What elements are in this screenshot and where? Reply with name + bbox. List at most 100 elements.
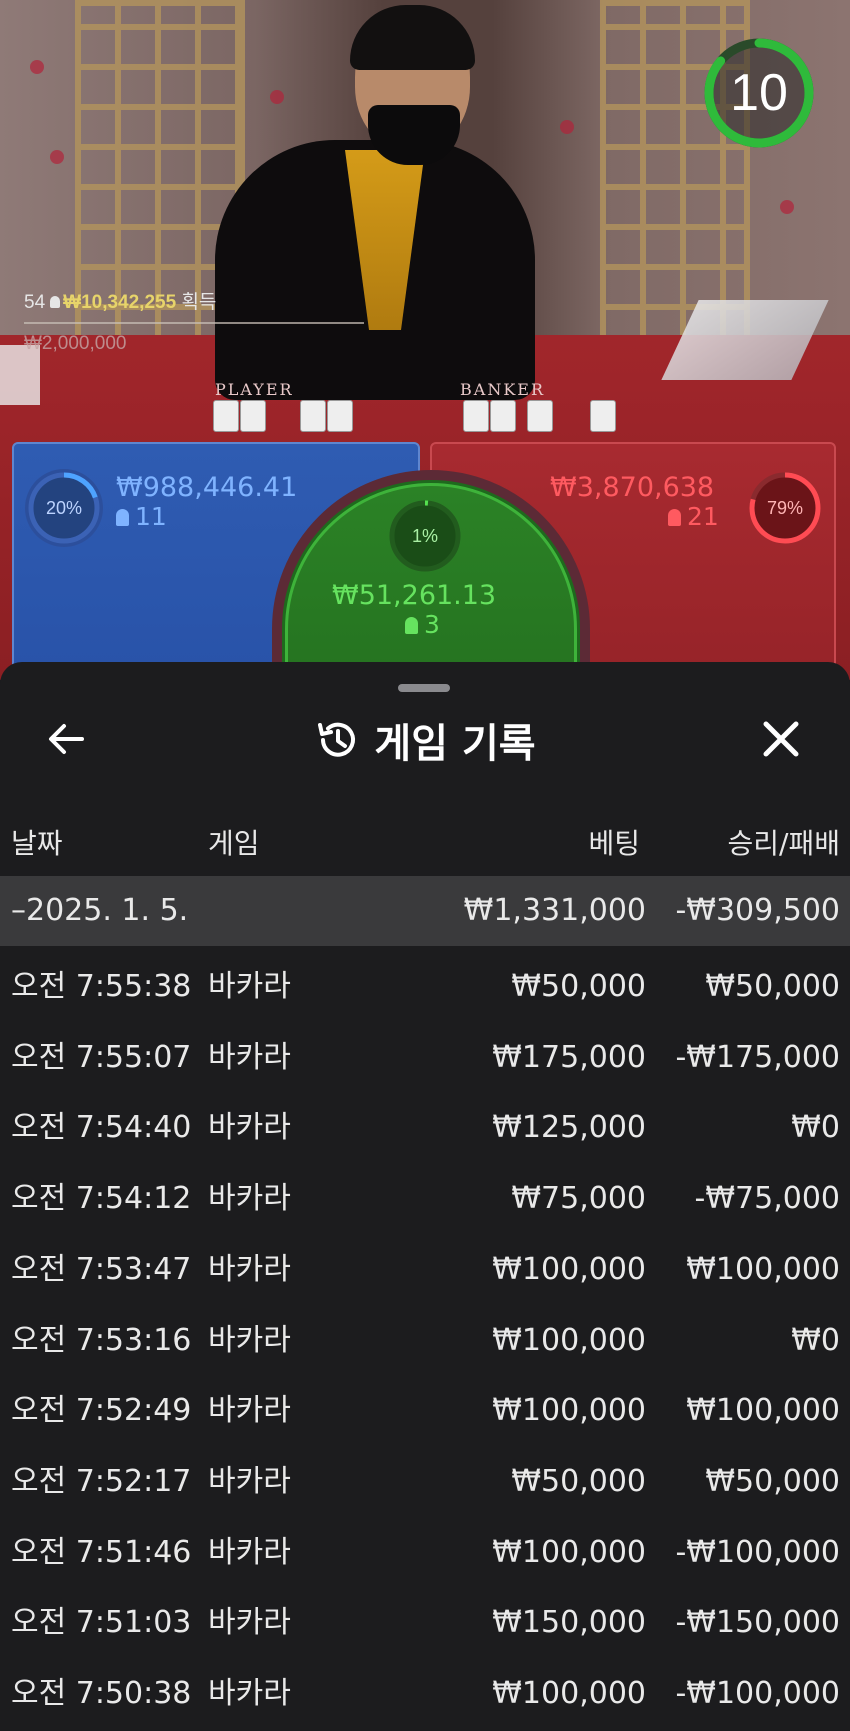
column-header-game: 게임 xyxy=(208,827,260,860)
history-row[interactable]: 오전 7:52:17 바카라 ₩50,000 ₩50,000 xyxy=(0,1447,850,1517)
countdown-timer: 10 xyxy=(700,34,818,152)
row-game: 바카라 xyxy=(208,1463,291,1499)
blossom xyxy=(50,150,64,164)
close-icon xyxy=(763,721,799,757)
row-time: 오전 7:51:03 xyxy=(11,1605,192,1641)
row-game: 바카라 xyxy=(208,1676,291,1711)
row-result: ₩50,000 xyxy=(705,1463,840,1499)
tie-bettors-count: 3 xyxy=(424,610,440,639)
banker-felt-label: BANKER xyxy=(460,380,545,399)
row-result: -₩175,000 xyxy=(675,1039,840,1075)
blossom xyxy=(30,60,44,74)
playing-card xyxy=(213,400,239,432)
row-bet: ₩75,000 xyxy=(511,1181,646,1217)
history-row[interactable]: 오전 7:52:49 바카라 ₩100,000 ₩100,000 xyxy=(0,1376,850,1446)
winnings-amount: ₩10,342,255 xyxy=(63,292,177,313)
column-header-result: 승리/패배 xyxy=(727,827,840,860)
date-group-date: –2025. 1. 5. xyxy=(11,893,189,928)
history-row[interactable]: 오전 7:55:07 바카라 ₩175,000 -₩175,000 xyxy=(0,1023,850,1093)
sheet-title: 게임 기록 xyxy=(374,721,536,767)
row-game: 바카라 xyxy=(208,969,291,1004)
row-bet: ₩150,000 xyxy=(492,1605,646,1641)
game-history-sheet: 게임 기록 날짜 게임 베팅 승리/패배 –2025. 1. 5. ₩1,331… xyxy=(0,662,850,1731)
row-time: 오전 7:54:12 xyxy=(11,1181,192,1217)
row-result: ₩0 xyxy=(791,1322,840,1358)
banker-bettors: 21 xyxy=(668,502,719,531)
row-bet: ₩50,000 xyxy=(511,969,646,1004)
row-time: 오전 7:52:49 xyxy=(11,1393,192,1429)
date-group-result-total: -₩309,500 xyxy=(675,893,840,928)
history-icon xyxy=(318,722,356,757)
playing-card xyxy=(490,400,516,432)
history-row[interactable]: 오전 7:51:03 바카라 ₩150,000 -₩150,000 xyxy=(0,1588,850,1658)
row-time: 오전 7:53:16 xyxy=(11,1322,192,1358)
player-felt-label: PLAYER xyxy=(215,380,294,399)
drag-handle[interactable] xyxy=(398,684,450,692)
row-time: 오전 7:52:17 xyxy=(11,1463,192,1499)
person-icon xyxy=(668,509,681,526)
row-game: 바카라 xyxy=(208,1322,291,1358)
row-time: 오전 7:55:38 xyxy=(11,969,192,1004)
player-bettors-count: 11 xyxy=(135,502,167,531)
close-button[interactable] xyxy=(756,714,806,764)
row-game: 바카라 xyxy=(208,1181,291,1217)
history-row[interactable]: 오전 7:54:12 바카라 ₩75,000 -₩75,000 xyxy=(0,1164,850,1234)
row-result: ₩100,000 xyxy=(686,1393,840,1429)
history-row[interactable]: 오전 7:50:38 바카라 ₩100,000 -₩100,000 xyxy=(0,1659,850,1729)
row-result: ₩0 xyxy=(791,1110,840,1146)
row-game: 바카라 xyxy=(208,1534,291,1570)
row-time: 오전 7:55:07 xyxy=(11,1039,192,1075)
row-game: 바카라 xyxy=(208,1605,291,1641)
row-result: ₩50,000 xyxy=(705,969,840,1004)
sheet-header: 게임 기록 xyxy=(0,712,850,768)
live-dealer-video: PLAYER BANKER 10 54 ₩10,342,255 획득 ₩2,000… xyxy=(0,0,850,680)
tie-bettors: 3 xyxy=(405,610,440,639)
history-row[interactable]: 오전 7:53:16 바카라 ₩100,000 ₩0 xyxy=(0,1306,850,1376)
row-game: 바카라 xyxy=(208,1039,291,1075)
blossom xyxy=(270,90,284,104)
winnings-suffix: 획득 xyxy=(181,292,217,313)
row-game: 바카라 xyxy=(208,1251,291,1287)
banker-percent-ring: 79% xyxy=(746,469,824,547)
playing-card xyxy=(240,400,266,432)
row-time: 오전 7:53:47 xyxy=(11,1251,192,1287)
playing-card xyxy=(327,400,353,432)
date-group-bet-total: ₩1,331,000 xyxy=(463,893,646,928)
blossom xyxy=(780,200,794,214)
tie-percent: 1% xyxy=(411,526,438,546)
row-time: 오전 7:51:46 xyxy=(11,1534,192,1570)
playing-card xyxy=(463,400,489,432)
row-result: -₩75,000 xyxy=(694,1181,840,1217)
history-row[interactable]: 오전 7:51:46 바카라 ₩100,000 -₩100,000 xyxy=(0,1518,850,1588)
blossom xyxy=(560,120,574,134)
players-count: 54 xyxy=(24,292,46,313)
player-bet-amount: ₩988,446.41 xyxy=(116,472,298,503)
row-bet: ₩50,000 xyxy=(511,1463,646,1499)
row-bet: ₩100,000 xyxy=(492,1676,646,1711)
playing-card xyxy=(527,400,553,432)
player-percent-ring: 20% xyxy=(25,469,103,547)
divider xyxy=(24,322,364,324)
banker-bettors-count: 21 xyxy=(687,502,719,531)
row-bet: ₩100,000 xyxy=(492,1251,646,1287)
playing-card xyxy=(590,400,616,432)
player-percent: 20% xyxy=(45,498,83,518)
total-bet: ₩2,000,000 xyxy=(24,333,127,354)
date-group-row[interactable]: –2025. 1. 5. ₩1,331,000 -₩309,500 xyxy=(0,876,850,946)
players-winnings-row: 54 ₩10,342,255 획득 xyxy=(24,287,216,314)
row-result: -₩150,000 xyxy=(675,1605,840,1641)
person-icon xyxy=(405,617,418,634)
row-result: ₩100,000 xyxy=(686,1251,840,1287)
playing-card xyxy=(300,400,326,432)
column-header-date: 날짜 xyxy=(11,827,63,860)
row-game: 바카라 xyxy=(208,1110,291,1146)
history-row[interactable]: 오전 7:53:47 바카라 ₩100,000 ₩100,000 xyxy=(0,1235,850,1305)
banker-bet-amount: ₩3,870,638 xyxy=(550,472,715,503)
history-row[interactable]: 오전 7:54:40 바카라 ₩125,000 ₩0 xyxy=(0,1093,850,1163)
tie-percent-ring: 1% xyxy=(386,497,464,575)
row-result: -₩100,000 xyxy=(675,1534,840,1570)
row-time: 오전 7:54:40 xyxy=(11,1110,192,1146)
row-time: 오전 7:50:38 xyxy=(11,1676,192,1711)
history-row[interactable]: 오전 7:55:38 바카라 ₩50,000 ₩50,000 xyxy=(0,952,850,1022)
timer-value: 10 xyxy=(730,64,788,122)
